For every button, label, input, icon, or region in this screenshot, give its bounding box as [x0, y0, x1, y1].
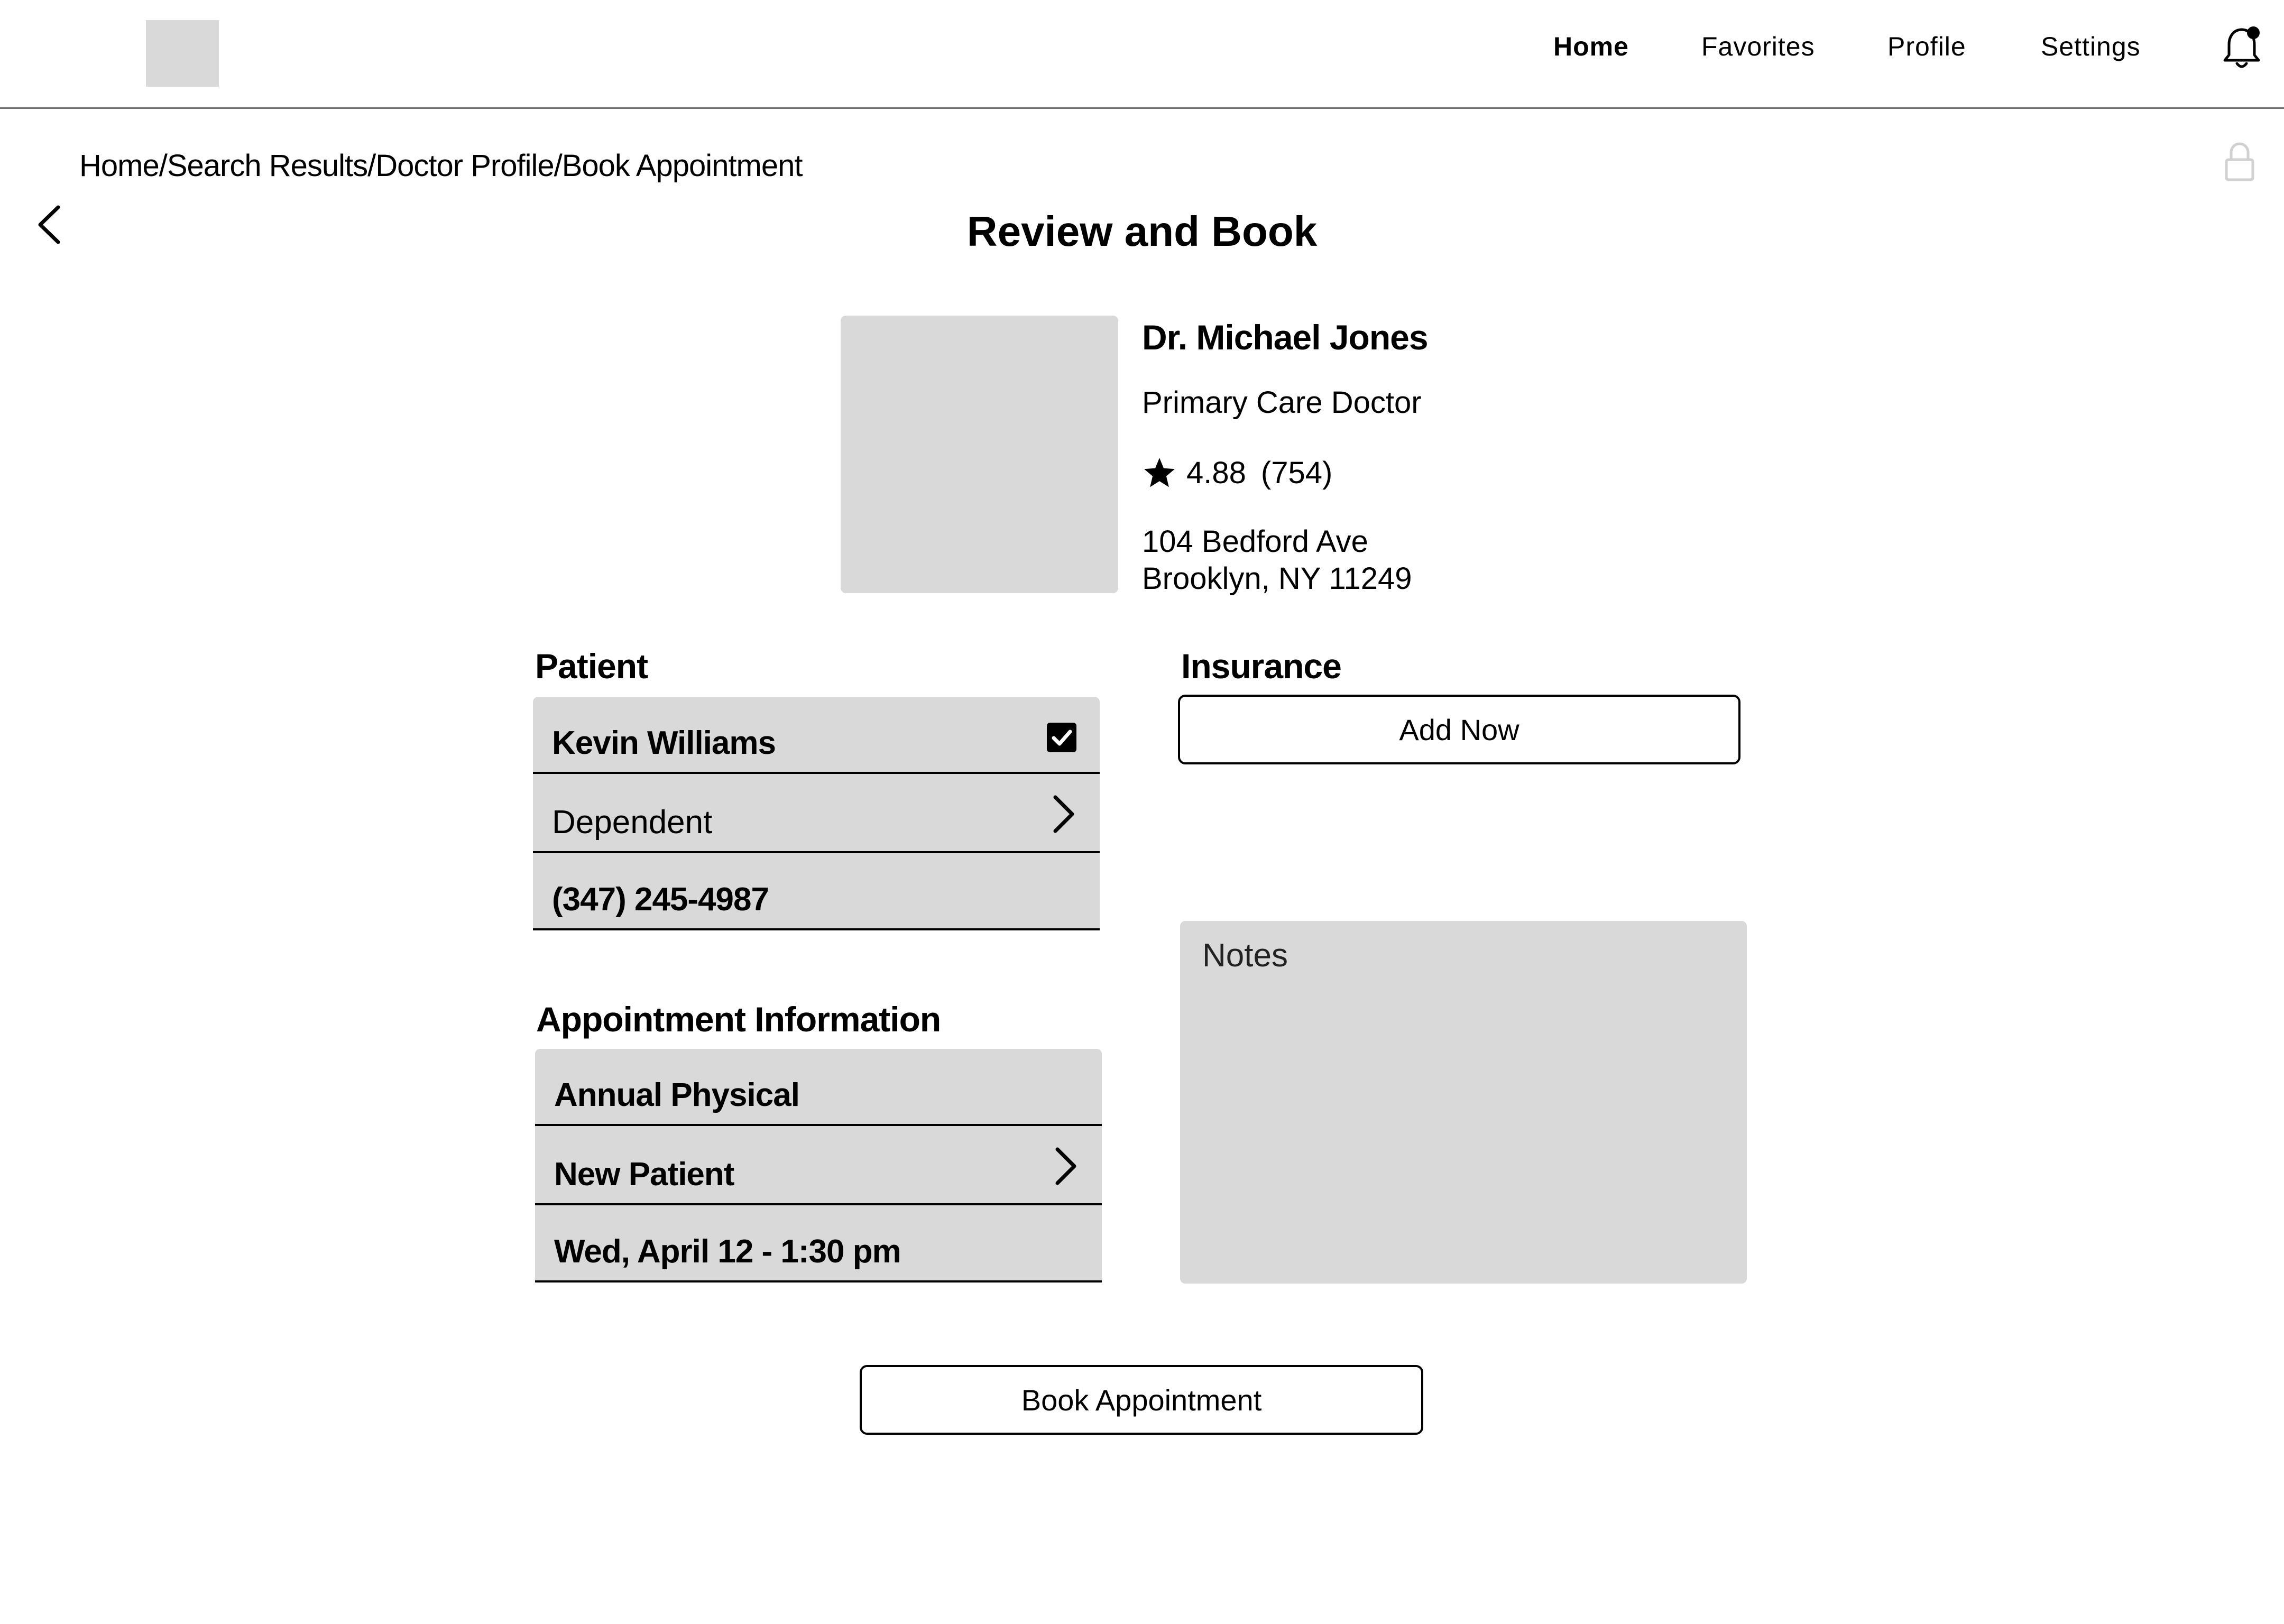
- notes-placeholder: Notes: [1202, 937, 1288, 974]
- breadcrumb-book-appointment: Book Appointment: [561, 149, 803, 183]
- address-line2: Brooklyn, NY 11249: [1142, 561, 1412, 596]
- page-title: Review and Book: [966, 208, 1318, 255]
- insurance-section-title: Insurance: [1181, 647, 1342, 686]
- doctor-address: 104 Bedford Ave Brooklyn, NY 11249: [1142, 523, 1412, 597]
- checkmark-icon: [1052, 730, 1072, 746]
- doctor-specialty: Primary Care Doctor: [1142, 385, 1422, 420]
- doctor-name: Dr. Michael Jones: [1142, 318, 1429, 357]
- patient-phone: (347) 245-4987: [552, 881, 769, 918]
- breadcrumb-separator: /: [159, 149, 168, 183]
- patient-name: Kevin Williams: [552, 725, 776, 761]
- rating-value: 4.88: [1186, 456, 1246, 490]
- patient-status: New Patient: [554, 1156, 734, 1193]
- dependent-selector[interactable]: Dependent: [533, 774, 1100, 853]
- add-insurance-button[interactable]: Add Now: [1178, 695, 1740, 764]
- appointment-datetime-field[interactable]: Wed, April 12 - 1:30 pm: [535, 1205, 1102, 1282]
- nav-home[interactable]: Home: [1553, 31, 1629, 62]
- breadcrumb-separator: /: [367, 149, 376, 183]
- book-appointment-button[interactable]: Book Appointment: [860, 1365, 1423, 1435]
- patient-status-selector[interactable]: New Patient: [535, 1126, 1102, 1205]
- app-logo[interactable]: [146, 20, 219, 87]
- nav-favorites[interactable]: Favorites: [1701, 31, 1815, 62]
- star-icon: [1144, 458, 1175, 487]
- notes-textarea[interactable]: Notes: [1180, 921, 1747, 1284]
- patient-name-field[interactable]: Kevin Williams: [533, 697, 1100, 774]
- appointment-datetime: Wed, April 12 - 1:30 pm: [554, 1233, 901, 1270]
- lock-icon: [2225, 142, 2254, 181]
- nav-settings[interactable]: Settings: [2041, 31, 2141, 62]
- review-count: (754): [1260, 456, 1333, 490]
- chevron-right-icon: [1055, 1147, 1076, 1185]
- breadcrumb-home[interactable]: Home: [79, 149, 160, 183]
- appointment-type: Annual Physical: [554, 1077, 800, 1113]
- breadcrumb-search-results[interactable]: Search Results: [167, 149, 368, 183]
- patient-section-title: Patient: [535, 647, 648, 686]
- doctor-photo: [841, 316, 1118, 593]
- appointment-section-title: Appointment Information: [536, 1000, 941, 1039]
- dependent-label: Dependent: [552, 804, 713, 841]
- chevron-right-icon: [1053, 795, 1074, 833]
- breadcrumb: Home/Search Results/Doctor Profile/Book …: [79, 148, 803, 184]
- address-line1: 104 Bedford Ave: [1142, 524, 1368, 559]
- notification-bell-icon[interactable]: [2221, 23, 2263, 71]
- patient-select-checkbox[interactable]: [1047, 723, 1076, 752]
- top-nav-bar: Home Favorites Profile Settings: [0, 0, 2284, 109]
- nav-profile[interactable]: Profile: [1887, 31, 1966, 62]
- breadcrumb-doctor-profile[interactable]: Doctor Profile: [375, 149, 554, 183]
- breadcrumb-separator: /: [554, 149, 563, 183]
- patient-phone-field[interactable]: (347) 245-4987: [533, 853, 1100, 930]
- doctor-rating: 4.88 (754): [1142, 452, 1332, 494]
- appointment-type-field[interactable]: Annual Physical: [535, 1049, 1102, 1126]
